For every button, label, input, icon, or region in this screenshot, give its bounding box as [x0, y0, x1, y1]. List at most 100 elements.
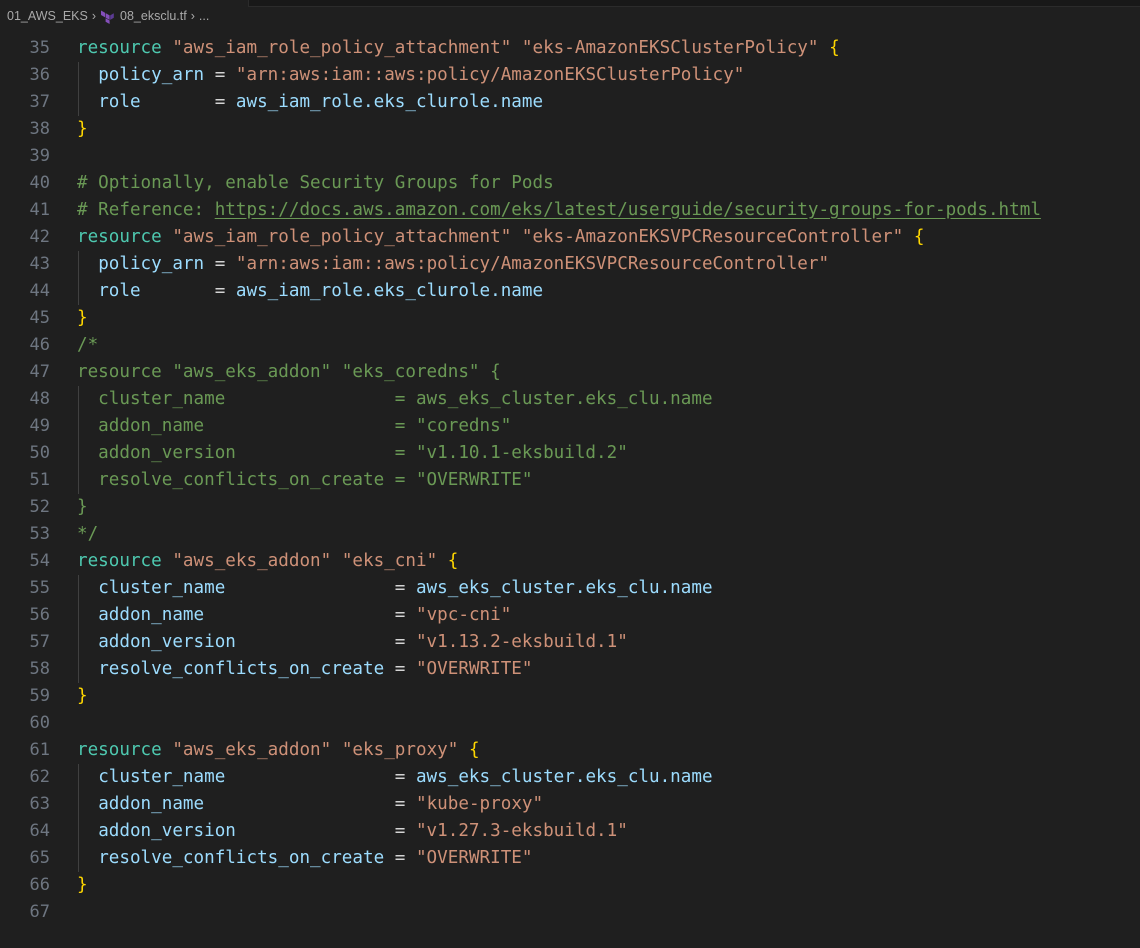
code-line[interactable]: 66}	[0, 872, 1140, 899]
line-number: 53	[29, 524, 50, 544]
code-line[interactable]: 59}	[0, 683, 1140, 710]
code-line[interactable]: 56 addon_name = "vpc-cni"	[0, 602, 1140, 629]
code-line[interactable]: 50 addon_version = "v1.10.1-eksbuild.2"	[0, 440, 1140, 467]
code-text[interactable]: */	[77, 521, 98, 548]
code-line[interactable]: 48 cluster_name = aws_eks_cluster.eks_cl…	[0, 386, 1140, 413]
code-text[interactable]: addon_name = "kube-proxy"	[77, 791, 543, 818]
code-text[interactable]: addon_version = "v1.10.1-eksbuild.2"	[77, 440, 628, 467]
code-text[interactable]: # Optionally, enable Security Groups for…	[77, 170, 554, 197]
code-line[interactable]: 61 resource "aws_eks_addon" "eks_proxy" {	[0, 737, 1140, 764]
code-text[interactable]: resolve_conflicts_on_create = "OVERWRITE…	[77, 467, 532, 494]
code-line[interactable]: 60	[0, 710, 1140, 737]
code-editor[interactable]: 3435resource "aws_iam_role_policy_attach…	[0, 20, 1140, 948]
code-text[interactable]: /*	[77, 332, 98, 359]
terraform-icon	[100, 10, 114, 24]
code-text[interactable]: role = aws_iam_role.eks_clurole.name	[77, 89, 543, 116]
line-number: 49	[29, 416, 50, 436]
code-text[interactable]: resource "aws_iam_role_policy_attachment…	[77, 224, 924, 251]
line-number: 66	[29, 875, 50, 895]
tab-bar-edge	[248, 0, 1140, 7]
code-text[interactable]: addon_version = "v1.13.2-eksbuild.1"	[77, 629, 628, 656]
code-text[interactable]: }	[77, 683, 88, 710]
line-number: 46	[29, 335, 50, 355]
chevron-right-icon: ›	[190, 9, 195, 23]
breadcrumb-folder[interactable]: 01_AWS_EKS	[7, 9, 88, 23]
code-line[interactable]: 45}	[0, 305, 1140, 332]
code-text[interactable]: }	[77, 494, 88, 521]
line-number: 37	[29, 92, 50, 112]
code-line[interactable]: 40 # Optionally, enable Security Groups f…	[0, 170, 1140, 197]
code-line[interactable]: 42 resource "aws_iam_role_policy_attachme…	[0, 224, 1140, 251]
line-number: 54	[29, 551, 50, 571]
code-line[interactable]: 64 addon_version = "v1.27.3-eksbuild.1"	[0, 818, 1140, 845]
code-line[interactable]: 62 cluster_name = aws_eks_cluster.eks_cl…	[0, 764, 1140, 791]
code-text[interactable]: cluster_name = aws_eks_cluster.eks_clu.n…	[77, 386, 712, 413]
line-number: 62	[29, 767, 50, 787]
code-text[interactable]: resolve_conflicts_on_create = "OVERWRITE…	[77, 845, 532, 872]
code-line[interactable]: 46 /*	[0, 332, 1140, 359]
code-line[interactable]: 63 addon_name = "kube-proxy"	[0, 791, 1140, 818]
code-line[interactable]: 58 resolve_conflicts_on_create = "OVERWR…	[0, 656, 1140, 683]
breadcrumb-file[interactable]: 08_eksclu.tf	[120, 9, 187, 23]
code-text[interactable]: resource "aws_eks_addon" "eks_coredns" {	[77, 359, 501, 386]
line-number: 40	[29, 173, 50, 193]
chevron-right-icon: ›	[91, 9, 97, 23]
code-line[interactable]: 43 policy_arn = "arn:aws:iam::aws:policy…	[0, 251, 1140, 278]
line-number: 45	[29, 308, 50, 328]
line-number: 60	[29, 713, 50, 733]
code-text[interactable]: }	[77, 305, 88, 332]
line-number: 61	[29, 740, 50, 760]
line-number: 48	[29, 389, 50, 409]
code-line[interactable]: 67	[0, 899, 1140, 926]
code-text[interactable]: resource "aws_eks_addon" "eks_cni" {	[77, 548, 458, 575]
code-text[interactable]: addon_name = "vpc-cni"	[77, 602, 511, 629]
code-text[interactable]: addon_name = "coredns"	[77, 413, 511, 440]
code-line[interactable]: 51 resolve_conflicts_on_create = "OVERWR…	[0, 467, 1140, 494]
code-text[interactable]: cluster_name = aws_eks_cluster.eks_clu.n…	[77, 575, 712, 602]
code-line[interactable]: 39	[0, 143, 1140, 170]
code-text[interactable]: resolve_conflicts_on_create = "OVERWRITE…	[77, 656, 532, 683]
code-line[interactable]: 54 resource "aws_eks_addon" "eks_cni" {	[0, 548, 1140, 575]
code-text[interactable]: policy_arn = "arn:aws:iam::aws:policy/Am…	[77, 251, 829, 278]
code-text[interactable]: }	[77, 116, 88, 143]
code-line[interactable]: 35 resource "aws_iam_role_policy_attachme…	[0, 35, 1140, 62]
code-line[interactable]: 55 cluster_name = aws_eks_cluster.eks_cl…	[0, 575, 1140, 602]
code-text[interactable]: policy_arn = "arn:aws:iam::aws:policy/Am…	[77, 62, 744, 89]
code-text[interactable]: # Reference: https://docs.aws.amazon.com…	[77, 197, 1041, 224]
code-line[interactable]: 57 addon_version = "v1.13.2-eksbuild.1"	[0, 629, 1140, 656]
code-text[interactable]: role = aws_iam_role.eks_clurole.name	[77, 278, 543, 305]
code-text[interactable]: resource "aws_iam_role_policy_attachment…	[77, 35, 840, 62]
line-number: 47	[29, 362, 50, 382]
line-number: 38	[29, 119, 50, 139]
line-number: 44	[29, 281, 50, 301]
code-line[interactable]: 65 resolve_conflicts_on_create = "OVERWR…	[0, 845, 1140, 872]
line-number: 43	[29, 254, 50, 274]
line-number: 36	[29, 65, 50, 85]
code-line[interactable]: 47 resource "aws_eks_addon" "eks_coredns"…	[0, 359, 1140, 386]
code-line[interactable]: 52}	[0, 494, 1140, 521]
line-number: 56	[29, 605, 50, 625]
code-line[interactable]: 53 */	[0, 521, 1140, 548]
line-number: 57	[29, 632, 50, 652]
line-number: 64	[29, 821, 50, 841]
code-line[interactable]: 41 # Reference: https://docs.aws.amazon.c…	[0, 197, 1140, 224]
code-line[interactable]: 37 role = aws_iam_role.eks_clurole.name	[0, 89, 1140, 116]
code-line[interactable]: 36 policy_arn = "arn:aws:iam::aws:policy…	[0, 62, 1140, 89]
line-number: 58	[29, 659, 50, 679]
breadcrumb-symbol[interactable]: ...	[199, 9, 209, 23]
line-number: 50	[29, 443, 50, 463]
line-number: 63	[29, 794, 50, 814]
line-number: 52	[29, 497, 50, 517]
code-line[interactable]: 44 role = aws_iam_role.eks_clurole.name	[0, 278, 1140, 305]
line-number: 42	[29, 227, 50, 247]
code-line[interactable]: 38}	[0, 116, 1140, 143]
line-number: 67	[29, 902, 50, 922]
line-number: 41	[29, 200, 50, 220]
code-text[interactable]: cluster_name = aws_eks_cluster.eks_clu.n…	[77, 764, 712, 791]
line-number: 59	[29, 686, 50, 706]
code-text[interactable]: }	[77, 872, 88, 899]
code-line[interactable]: 49 addon_name = "coredns"	[0, 413, 1140, 440]
code-text[interactable]: resource "aws_eks_addon" "eks_proxy" {	[77, 737, 480, 764]
line-number: 35	[29, 38, 50, 58]
code-text[interactable]: addon_version = "v1.27.3-eksbuild.1"	[77, 818, 628, 845]
